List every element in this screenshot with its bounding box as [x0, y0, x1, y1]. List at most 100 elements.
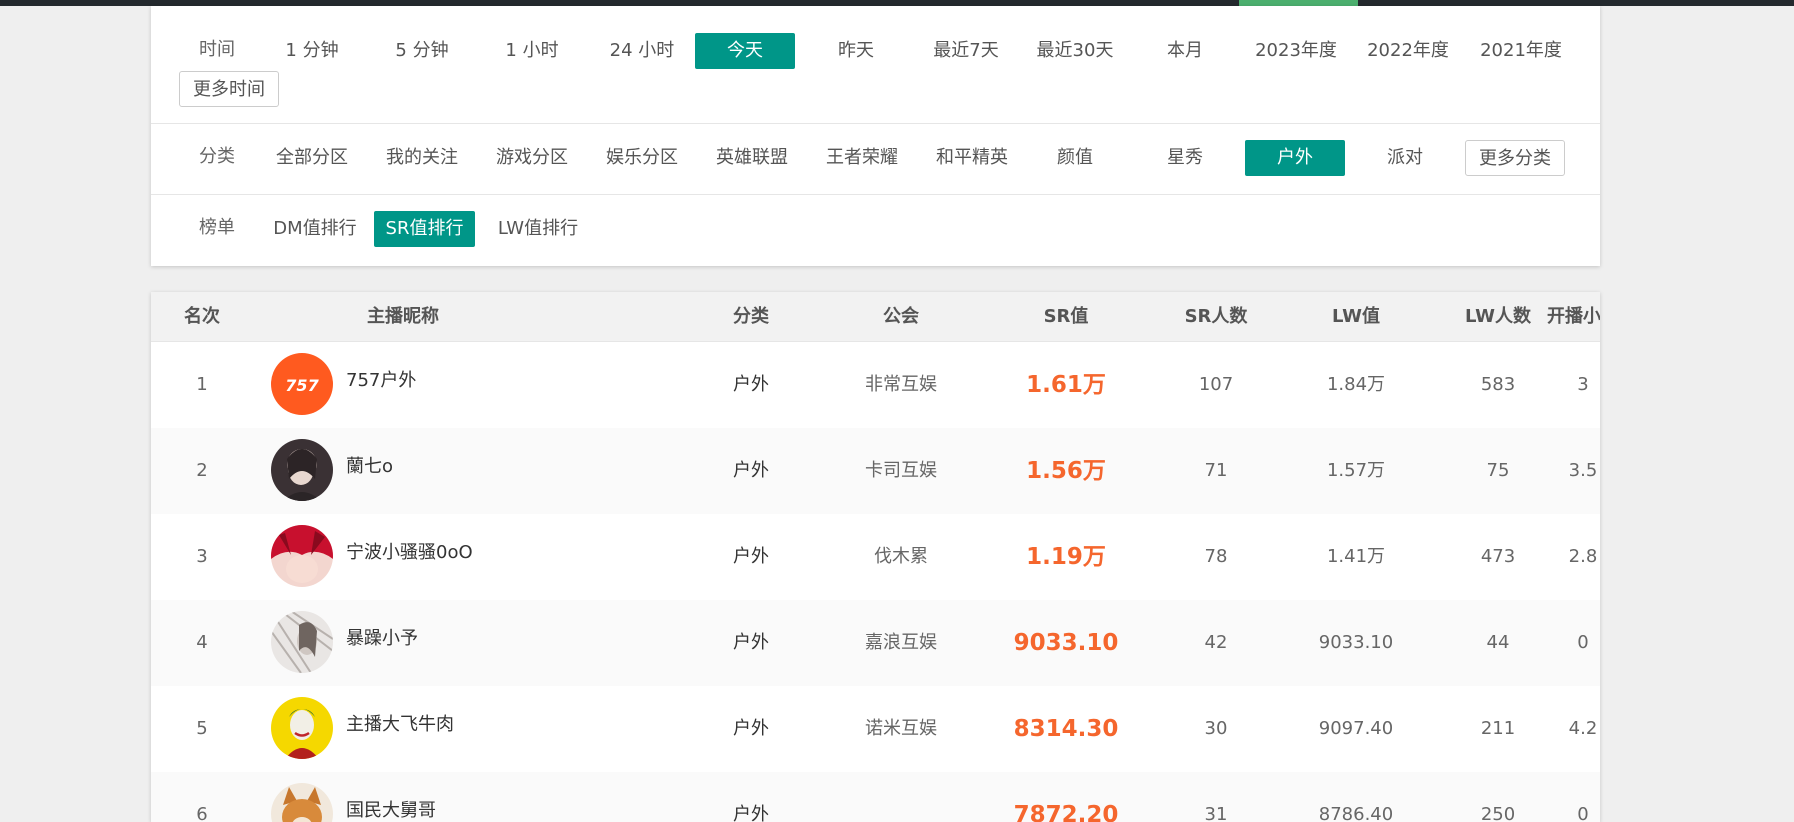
- time-option-yesterday[interactable]: 昨天: [806, 33, 906, 69]
- anchor-name[interactable]: 国民大舅哥: [346, 772, 436, 822]
- ranking-option-sr[interactable]: SR值排行: [374, 211, 475, 247]
- category-option-following[interactable]: 我的关注: [372, 140, 472, 176]
- time-option-last30days[interactable]: 最近30天: [1025, 33, 1125, 69]
- time-option-24hours[interactable]: 24 小时: [592, 33, 692, 69]
- hours-cell: 3: [1577, 374, 1589, 395]
- rank-cell: 3: [196, 546, 208, 567]
- guild-cell: 非常互娱: [865, 374, 937, 395]
- avatar-anime-icon: [271, 525, 333, 583]
- ranking-filter-row: 榜单 DM值排行 SR值排行 LW值排行: [151, 194, 1600, 266]
- guild-cell: 诺米互娱: [865, 718, 937, 739]
- category-option-honor-of-kings[interactable]: 王者荣耀: [812, 140, 912, 176]
- avatar-757-logo: 757: [285, 376, 319, 395]
- lw-value-cell: 1.84万: [1326, 374, 1386, 395]
- column-header-hours: 开播小时: [1547, 306, 1600, 327]
- category-option-party[interactable]: 派对: [1355, 140, 1455, 176]
- table-row[interactable]: 1 757 757户外 户外 非常互娱 1.61万 107 1.84万 583 …: [151, 342, 1600, 429]
- sr-value-cell: 1.61万: [1026, 372, 1106, 398]
- category-option-all[interactable]: 全部分区: [262, 140, 362, 176]
- time-option-2022[interactable]: 2022年度: [1358, 33, 1458, 69]
- more-category-button[interactable]: 更多分类: [1465, 140, 1565, 176]
- column-header-rank: 名次: [184, 306, 220, 327]
- avatar[interactable]: [271, 439, 333, 501]
- column-header-lw: LW值: [1332, 306, 1380, 327]
- category-cell: 户外: [733, 546, 769, 567]
- avatar-dog-icon: [282, 787, 322, 822]
- category-filter-label: 分类: [199, 146, 235, 167]
- time-option-today[interactable]: 今天: [695, 33, 795, 69]
- anchor-name[interactable]: 主播大飞牛肉: [346, 686, 454, 764]
- time-option-2021[interactable]: 2021年度: [1471, 33, 1571, 69]
- sr-count-cell: 31: [1204, 804, 1228, 822]
- table-row[interactable]: 3 宁波小骚骚0oO 户外 伐木累 1.19万 78 1.41万 473 2.8: [151, 514, 1600, 601]
- time-option-1min[interactable]: 1 分钟: [262, 33, 362, 69]
- category-filter-row: 分类 全部分区 我的关注 游戏分区 娱乐分区 英雄联盟 王者荣耀 和平精英 颜值…: [151, 123, 1600, 195]
- ranking-table: 名次 主播昵称 分类 公会 SR值 SR人数 LW值 LW人数 开播小时 1 7…: [151, 292, 1600, 822]
- category-option-game[interactable]: 游戏分区: [482, 140, 582, 176]
- time-option-this-month[interactable]: 本月: [1135, 33, 1235, 69]
- column-header-guild: 公会: [883, 306, 919, 327]
- hours-cell: 0: [1577, 632, 1589, 653]
- category-option-star-show[interactable]: 星秀: [1135, 140, 1235, 176]
- sr-value-cell: 8314.30: [1013, 716, 1119, 742]
- avatar-joker-icon: [285, 709, 319, 759]
- category-cell: 户外: [733, 632, 769, 653]
- time-filter-label: 时间: [199, 39, 235, 60]
- column-header-sr: SR值: [1043, 306, 1089, 327]
- time-filter-row: 时间 1 分钟 5 分钟 1 小时 24 小时 今天 昨天 最近7天 最近30天…: [151, 6, 1600, 124]
- guild-cell: 卡司互娱: [865, 460, 937, 481]
- column-header-anchor: 主播昵称: [367, 306, 439, 327]
- category-cell: 户外: [733, 374, 769, 395]
- sr-value-cell: 1.56万: [1026, 458, 1106, 484]
- anchor-name[interactable]: 蘭七o: [346, 428, 393, 506]
- time-option-1hour[interactable]: 1 小时: [482, 33, 582, 69]
- category-cell: 户外: [733, 460, 769, 481]
- sr-count-cell: 30: [1204, 718, 1228, 739]
- hours-cell: 2.8: [1568, 546, 1598, 567]
- sr-value-cell: 7872.20: [1013, 802, 1119, 822]
- avatar[interactable]: [271, 525, 333, 587]
- avatar[interactable]: [271, 783, 333, 822]
- category-option-outdoor[interactable]: 户外: [1245, 140, 1345, 176]
- ranking-filter-label: 榜单: [199, 217, 235, 238]
- sr-count-cell: 78: [1204, 546, 1228, 567]
- table-row[interactable]: 2 蘭七o 户外 卡司互娱 1.56万 71 1.57万 75 3.5: [151, 428, 1600, 515]
- sr-value-cell: 1.19万: [1026, 544, 1106, 570]
- category-cell: 户外: [733, 804, 769, 822]
- avatar-photo-icon: [283, 449, 321, 501]
- ranking-option-dm[interactable]: DM值排行: [265, 211, 365, 247]
- guild-cell: 伐木累: [874, 546, 928, 567]
- lw-value-cell: 9033.10: [1318, 632, 1394, 653]
- more-time-button[interactable]: 更多时间: [179, 71, 279, 107]
- lw-value-cell: 1.41万: [1326, 546, 1386, 567]
- rank-cell: 6: [196, 804, 208, 822]
- category-option-looks[interactable]: 颜值: [1025, 140, 1125, 176]
- anchor-name[interactable]: 宁波小骚骚0oO: [346, 514, 473, 592]
- sr-count-cell: 107: [1198, 374, 1234, 395]
- time-option-2023[interactable]: 2023年度: [1246, 33, 1346, 69]
- category-option-lol[interactable]: 英雄联盟: [702, 140, 802, 176]
- time-option-5min[interactable]: 5 分钟: [372, 33, 472, 69]
- hours-cell: 3.5: [1568, 460, 1598, 481]
- table-row[interactable]: 6 国民大舅哥 户外 7872.20 31 8786.40 250 0: [151, 772, 1600, 822]
- lw-value-cell: 8786.40: [1318, 804, 1394, 822]
- anchor-name[interactable]: 暴躁小予: [346, 600, 418, 678]
- rank-cell: 1: [196, 374, 208, 395]
- category-option-peacekeeper[interactable]: 和平精英: [922, 140, 1022, 176]
- avatar[interactable]: [271, 697, 333, 759]
- table-header: 名次 主播昵称 分类 公会 SR值 SR人数 LW值 LW人数 开播小时: [151, 292, 1600, 342]
- column-header-sr-count: SR人数: [1184, 306, 1248, 327]
- category-option-entertainment[interactable]: 娱乐分区: [592, 140, 692, 176]
- svg-text:757: 757: [285, 376, 319, 395]
- ranking-option-lw[interactable]: LW值排行: [488, 211, 588, 247]
- column-header-category: 分类: [733, 306, 769, 327]
- hours-cell: 0: [1577, 804, 1589, 822]
- avatar[interactable]: [271, 611, 333, 673]
- table-row[interactable]: 5 主播大飞牛肉 户外 诺米互娱 8314.30 30 9097.40 211 …: [151, 686, 1600, 773]
- time-option-last7days[interactable]: 最近7天: [916, 33, 1016, 69]
- avatar[interactable]: 757: [271, 353, 333, 415]
- rank-cell: 4: [196, 632, 208, 653]
- rank-cell: 2: [196, 460, 208, 481]
- table-row[interactable]: 4 暴躁小予 户外 嘉浪互娱 9033.10 42 9033.10 44 0: [151, 600, 1600, 687]
- anchor-name[interactable]: 757户外: [346, 342, 416, 420]
